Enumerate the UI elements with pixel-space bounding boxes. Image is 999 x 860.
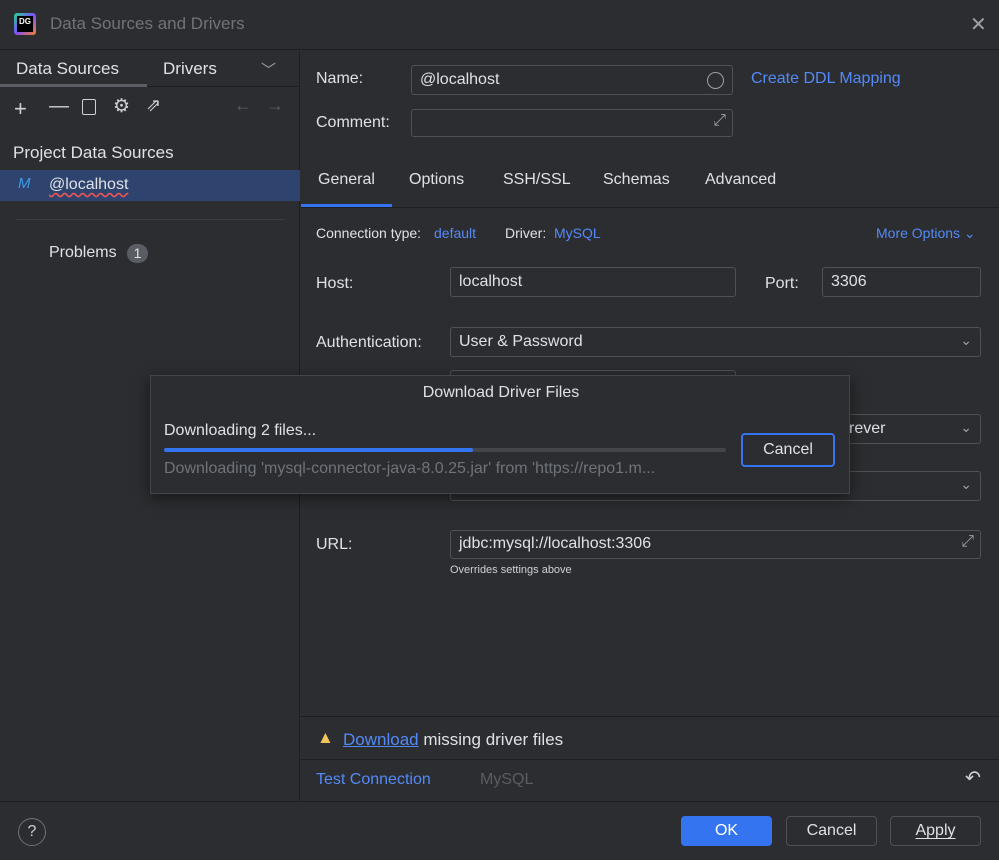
download-driver-popup: Download Driver Files Downloading 2 file… xyxy=(150,375,850,494)
chevron-down-icon: ⌄ xyxy=(960,476,972,492)
progress-fill xyxy=(164,448,474,452)
tab-options[interactable]: Options xyxy=(409,171,464,189)
tab-general[interactable]: General xyxy=(318,171,375,189)
chevron-down-icon: ⌄ xyxy=(960,419,972,435)
gear-icon[interactable]: ⚙ xyxy=(113,95,130,118)
port-input[interactable]: 3306 xyxy=(822,267,981,297)
list-item[interactable] xyxy=(0,170,300,201)
active-tab-indicator xyxy=(0,84,147,87)
color-circle-icon[interactable] xyxy=(707,72,724,89)
download-detail: Downloading 'mysql-connector-java-8.0.25… xyxy=(164,460,656,477)
datagrip-logo: DG xyxy=(14,13,36,35)
comment-input[interactable]: ⤢ xyxy=(411,109,733,137)
back-arrow-icon[interactable]: ← xyxy=(234,95,252,116)
port-label: Port: xyxy=(765,275,799,292)
driver-link[interactable]: MySQL xyxy=(554,225,601,241)
cancel-button[interactable]: Cancel xyxy=(786,816,877,846)
chevron-down-icon[interactable]: ﹀ xyxy=(261,59,276,80)
popup-title: Download Driver Files xyxy=(422,384,580,401)
problems-label[interactable]: Problems xyxy=(49,244,117,262)
tab-drivers[interactable]: Drivers xyxy=(163,59,217,79)
apply-button[interactable]: Apply xyxy=(890,816,981,846)
ok-button[interactable]: OK xyxy=(681,816,772,846)
url-label: URL: xyxy=(316,536,353,553)
tab-data-sources[interactable]: Data Sources xyxy=(16,59,119,79)
driver-name-label: MySQL xyxy=(480,771,534,788)
download-status: Downloading 2 files... xyxy=(164,422,317,439)
warning-icon: ▲ xyxy=(317,728,334,747)
progress-track xyxy=(164,448,726,452)
comment-label: Comment: xyxy=(316,114,390,131)
test-connection-link[interactable]: Test Connection xyxy=(316,771,431,789)
mysql-icon: M xyxy=(18,175,31,192)
authentication-label: Authentication: xyxy=(316,334,422,351)
help-icon[interactable]: ? xyxy=(18,818,46,846)
more-options-link[interactable]: More Options ⌄ xyxy=(876,225,976,242)
host-input[interactable]: localhost xyxy=(450,267,736,297)
tab-ssh-ssl[interactable]: SSH/SSL xyxy=(503,171,571,189)
open-external-icon[interactable]: ⇗ xyxy=(146,95,161,116)
forward-arrow-icon[interactable]: → xyxy=(266,95,284,116)
window-title: Data Sources and Drivers xyxy=(50,14,245,33)
connection-type-link[interactable]: default xyxy=(434,225,476,241)
name-label: Name: xyxy=(316,70,364,87)
close-icon[interactable]: ✕ xyxy=(970,12,987,37)
name-input[interactable]: @localhost xyxy=(411,65,733,95)
create-ddl-mapping-link[interactable]: Create DDL Mapping xyxy=(751,70,901,88)
tab-advanced[interactable]: Advanced xyxy=(705,171,776,189)
chevron-down-icon: ⌄ xyxy=(960,332,972,348)
add-icon[interactable]: + xyxy=(14,96,27,122)
remove-icon[interactable]: — xyxy=(49,95,69,118)
warning-text: missing driver files xyxy=(423,730,564,749)
url-input[interactable]: jdbc:mysql://localhost:3306 ⤢ xyxy=(450,530,981,559)
popup-cancel-button[interactable]: Cancel xyxy=(741,433,835,467)
host-label: Host: xyxy=(316,275,354,292)
download-link[interactable]: Download xyxy=(343,730,419,749)
driver-label: Driver: xyxy=(505,225,547,241)
expand-icon[interactable]: ⤢ xyxy=(713,112,726,130)
problems-badge: 1 xyxy=(127,244,148,263)
url-hint: Overrides settings above xyxy=(450,564,572,576)
tab-schemas[interactable]: Schemas xyxy=(603,171,670,189)
datasource-label: @localhost xyxy=(49,176,129,193)
expand-icon[interactable]: ⤢ xyxy=(961,533,974,551)
authentication-select[interactable]: User & Password ⌄ xyxy=(450,327,981,357)
revert-icon[interactable]: ↶ xyxy=(965,767,981,790)
section-title: Project Data Sources xyxy=(13,143,174,162)
duplicate-icon[interactable] xyxy=(82,99,96,115)
connection-type-label: Connection type: xyxy=(316,225,422,241)
